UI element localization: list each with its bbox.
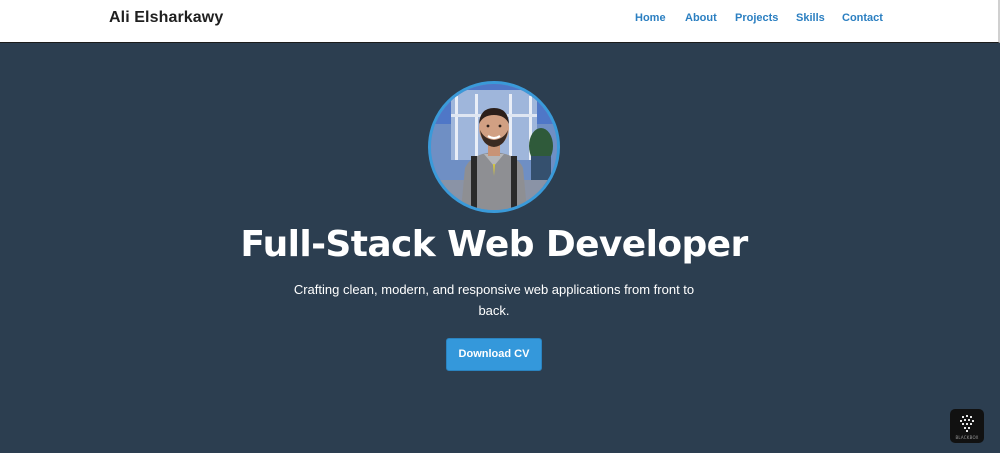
blackbox-widget-button[interactable]: BLACKBOX: [950, 409, 984, 443]
site-header: Ali Elsharkawy Home About Projects Skill…: [0, 0, 1000, 43]
nav-link-projects[interactable]: Projects: [735, 12, 778, 24]
download-cv-button[interactable]: Download CV: [446, 338, 542, 371]
hero-title: Full-Stack Web Developer: [240, 224, 748, 265]
hero-subtitle: Crafting clean, modern, and responsive w…: [293, 282, 695, 318]
blackbox-label: BLACKBOX: [955, 435, 979, 440]
profile-avatar: [428, 81, 560, 213]
profile-photo-illustration: [431, 84, 557, 210]
nav-link-home[interactable]: Home: [635, 12, 666, 24]
nav-link-skills[interactable]: Skills: [796, 12, 825, 24]
main-nav: Home About Projects Skills Contact: [0, 12, 1000, 28]
nav-link-about[interactable]: About: [685, 12, 717, 24]
nav-link-contact[interactable]: Contact: [842, 12, 883, 24]
hero-section: Full-Stack Web Developer Crafting clean,…: [0, 43, 1000, 453]
